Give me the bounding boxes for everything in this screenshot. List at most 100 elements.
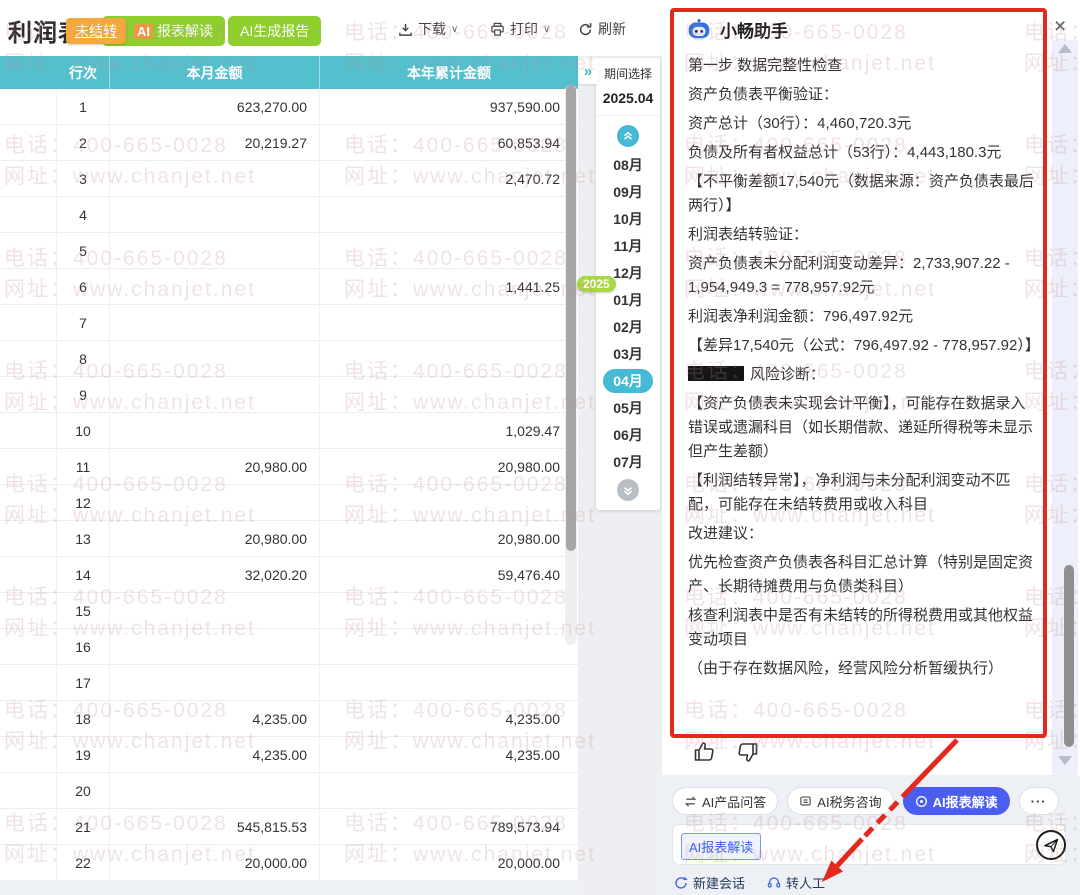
month-item[interactable]: 06月 [596,421,660,448]
item-cell[interactable] [0,269,57,304]
ai-product-qa-button[interactable]: AI产品问答 [672,787,778,815]
month-item[interactable]: 04月 [596,367,660,394]
month-amount-cell[interactable] [110,305,320,340]
row-number-cell[interactable]: 9 [57,377,110,412]
row-number-cell[interactable]: 16 [57,629,110,664]
send-button[interactable] [1036,830,1066,860]
table-scrollbar-thumb[interactable] [566,85,576,551]
ytd-amount-cell[interactable] [320,629,578,664]
ytd-amount-cell[interactable] [320,233,578,268]
item-cell[interactable] [0,629,57,664]
table-row[interactable]: 15 [0,593,578,629]
table-row[interactable]: 101,029.47 [0,413,578,449]
item-cell[interactable] [0,125,57,160]
ytd-amount-cell[interactable] [320,773,578,808]
new-conversation-button[interactable]: 新建会话 [674,873,745,892]
download-button[interactable]: 下载 ∨ [398,19,458,39]
ytd-amount-cell[interactable] [320,377,578,412]
month-item[interactable]: 05月 [596,394,660,421]
month-amount-cell[interactable] [110,413,320,448]
chat-text-input[interactable] [759,829,1009,860]
row-number-cell[interactable]: 21 [57,809,110,844]
table-row[interactable]: 5 [0,233,578,269]
row-number-cell[interactable]: 12 [57,485,110,520]
table-scrollbar[interactable] [565,85,577,645]
table-row[interactable]: 220,219.2760,853.94 [0,125,578,161]
month-amount-cell[interactable] [110,161,320,196]
month-amount-cell[interactable] [110,773,320,808]
table-row[interactable]: 194,235.004,235.00 [0,737,578,773]
item-cell[interactable] [0,161,57,196]
month-amount-cell[interactable]: 20,219.27 [110,125,320,160]
table-row[interactable]: 1120,980.0020,980.00 [0,449,578,485]
month-amount-cell[interactable] [110,377,320,412]
thumbs-up-icon[interactable] [692,740,716,764]
table-row[interactable]: 1320,980.0020,980.00 [0,521,578,557]
ai-generate-report-button[interactable]: AI生成报告 [228,16,321,46]
ai-tax-consult-button[interactable]: AI税务咨询 [787,787,893,815]
item-cell[interactable] [0,233,57,268]
item-cell[interactable] [0,341,57,376]
month-item[interactable]: 10月 [596,205,660,232]
ytd-amount-cell[interactable] [320,485,578,520]
ytd-amount-cell[interactable] [320,593,578,628]
item-cell[interactable] [0,89,57,124]
row-number-cell[interactable]: 20 [57,773,110,808]
ytd-amount-cell[interactable]: 59,476.40 [320,557,578,592]
month-amount-cell[interactable] [110,593,320,628]
ytd-amount-cell[interactable]: 20,000.00 [320,845,578,880]
table-row[interactable]: 9 [0,377,578,413]
table-row[interactable]: 12 [0,485,578,521]
row-number-cell[interactable]: 17 [57,665,110,700]
ytd-amount-cell[interactable]: 789,573.94 [320,809,578,844]
month-item[interactable]: 08月 [596,151,660,178]
month-amount-cell[interactable] [110,665,320,700]
item-cell[interactable] [0,521,57,556]
ytd-amount-cell[interactable]: 1,441.25 [320,269,578,304]
item-cell[interactable] [0,449,57,484]
row-number-cell[interactable]: 13 [57,521,110,556]
item-cell[interactable] [0,593,57,628]
month-amount-cell[interactable]: 623,270.00 [110,89,320,124]
item-cell[interactable] [0,557,57,592]
scroll-months-up-button[interactable] [617,125,639,147]
month-amount-cell[interactable]: 32,020.20 [110,557,320,592]
row-number-cell[interactable]: 5 [57,233,110,268]
item-cell[interactable] [0,701,57,736]
table-row[interactable]: 8 [0,341,578,377]
item-cell[interactable] [0,845,57,880]
month-amount-cell[interactable]: 4,235.00 [110,737,320,772]
ytd-amount-cell[interactable]: 60,853.94 [320,125,578,160]
month-item[interactable]: 02月 [596,313,660,340]
ytd-amount-cell[interactable] [320,305,578,340]
month-amount-cell[interactable]: 20,000.00 [110,845,320,880]
item-cell[interactable] [0,197,57,232]
item-cell[interactable] [0,377,57,412]
table-row[interactable]: 16 [0,629,578,665]
refresh-button[interactable]: 刷新 [578,19,626,39]
item-cell[interactable] [0,773,57,808]
table-row[interactable]: 17 [0,665,578,701]
ai-scrollbar-thumb[interactable] [1064,565,1074,747]
item-cell[interactable] [0,413,57,448]
row-number-cell[interactable]: 3 [57,161,110,196]
ytd-amount-cell[interactable]: 20,980.00 [320,449,578,484]
table-row[interactable]: 20 [0,773,578,809]
item-cell[interactable] [0,665,57,700]
item-cell[interactable] [0,809,57,844]
row-number-cell[interactable]: 15 [57,593,110,628]
row-number-cell[interactable]: 6 [57,269,110,304]
table-row[interactable]: 21545,815.53789,573.94 [0,809,578,845]
item-cell[interactable] [0,485,57,520]
row-number-cell[interactable]: 18 [57,701,110,736]
row-number-cell[interactable]: 2 [57,125,110,160]
table-row[interactable]: 4 [0,197,578,233]
period-collapse-button[interactable]: » [578,58,598,84]
month-amount-cell[interactable] [110,197,320,232]
chat-input-box[interactable]: AI报表解读 [672,824,1066,865]
print-button[interactable]: 打印 ∨ [490,19,550,39]
ytd-amount-cell[interactable] [320,665,578,700]
row-number-cell[interactable]: 10 [57,413,110,448]
ai-report-read-pill[interactable]: AI报表解读 [903,787,1010,815]
scroll-down-icon[interactable] [1058,756,1072,765]
